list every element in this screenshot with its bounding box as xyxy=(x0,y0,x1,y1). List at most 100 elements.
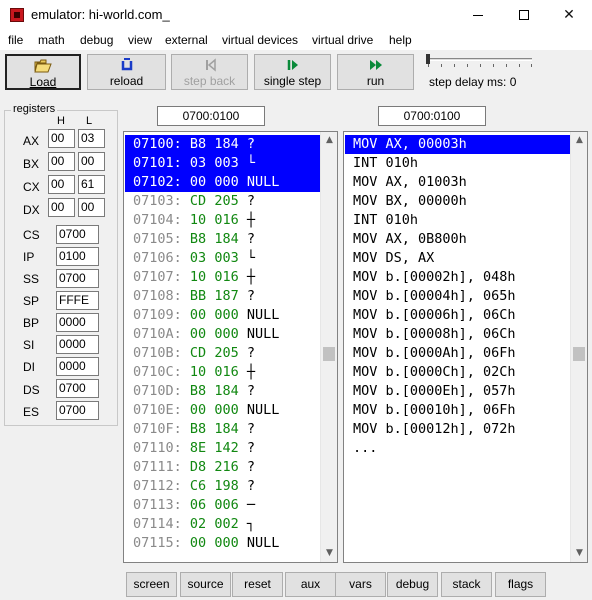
register-ah-field[interactable]: 00 xyxy=(48,129,75,148)
minimize-button[interactable] xyxy=(455,0,501,31)
disassembly-address-input[interactable]: 0700:0100 xyxy=(378,106,486,126)
memory-row[interactable]: 07115: 00 000 NULL xyxy=(125,534,321,553)
disassembly-row[interactable]: MOV AX, 0B800h xyxy=(345,230,571,249)
source-button[interactable]: source xyxy=(180,572,231,597)
scroll-down-icon[interactable]: ▼ xyxy=(571,545,587,562)
register-bp-field[interactable]: 0000 xyxy=(56,313,99,332)
memory-address-cell: 07109: xyxy=(133,307,182,323)
memory-row[interactable]: 07114: 02 002 ┐ xyxy=(125,515,321,534)
stack-button[interactable]: stack xyxy=(441,572,492,597)
memory-row[interactable]: 07113: 06 006 ─ xyxy=(125,496,321,515)
step-delay-slider-track[interactable] xyxy=(428,58,532,61)
memory-scrollbar[interactable]: ▲ ▼ xyxy=(320,132,337,562)
register-bh-field[interactable]: 00 xyxy=(48,152,75,171)
disassembly-row[interactable]: MOV b.[0000Eh], 057h xyxy=(345,382,571,401)
memory-row[interactable]: 0710B: CD 205 ? xyxy=(125,344,321,363)
screen-button[interactable]: screen xyxy=(126,572,177,597)
scroll-up-icon[interactable]: ▲ xyxy=(571,132,587,149)
register-bl-field[interactable]: 00 xyxy=(78,152,105,171)
memory-row[interactable]: 0710E: 00 000 NULL xyxy=(125,401,321,420)
memory-row[interactable]: 0710A: 00 000 NULL xyxy=(125,325,321,344)
disassembly-row[interactable]: MOV b.[00008h], 06Ch xyxy=(345,325,571,344)
memory-row[interactable]: 07110: 8E 142 ? xyxy=(125,439,321,458)
memory-address-cell: 07112: xyxy=(133,478,182,494)
disassembly-row[interactable]: MOV DS, AX xyxy=(345,249,571,268)
disassembly-row[interactable]: INT 010h xyxy=(345,211,571,230)
disassembly-row[interactable]: MOV AX, 01003h xyxy=(345,173,571,192)
register-dh-field[interactable]: 00 xyxy=(48,198,75,217)
step-back-button[interactable]: step back xyxy=(171,54,248,90)
memory-row[interactable]: 07109: 00 000 NULL xyxy=(125,306,321,325)
memory-row[interactable]: 07107: 10 016 ┼ xyxy=(125,268,321,287)
disassembly-list[interactable]: ... MOV b.[00012h], 072h MOV b.[00010h], 0… xyxy=(343,131,588,563)
run-button[interactable]: run xyxy=(337,54,414,90)
memory-row[interactable]: 0710C: 10 016 ┼ xyxy=(125,363,321,382)
aux-button[interactable]: aux xyxy=(285,572,336,597)
debug-button[interactable]: debug xyxy=(387,572,438,597)
register-di-field[interactable]: 0000 xyxy=(56,357,99,376)
disassembly-scroll-thumb[interactable] xyxy=(573,347,585,361)
disassembly-row[interactable]: ... xyxy=(345,439,571,458)
disassembly-row[interactable]: MOV b.[00006h], 06Ch xyxy=(345,306,571,325)
memory-row[interactable]: 07102: 00 000 NULL xyxy=(125,173,321,192)
disassembly-row[interactable]: INT 010h xyxy=(345,154,571,173)
register-ch-field[interactable]: 00 xyxy=(48,175,75,194)
memory-address-input[interactable]: 0700:0100 xyxy=(157,106,265,126)
memory-row[interactable]: 07112: C6 198 ? xyxy=(125,477,321,496)
register-al-field[interactable]: 03 xyxy=(78,129,105,148)
toolbar: Load reload step back single step run st… xyxy=(0,50,592,94)
disassembly-row[interactable]: MOV AX, 00003h xyxy=(345,135,571,154)
memory-row[interactable]: 07101: 03 003 └ xyxy=(125,154,321,173)
register-ip-field[interactable]: 0100 xyxy=(56,247,99,266)
step-delay-slider-thumb[interactable] xyxy=(426,54,430,64)
maximize-button[interactable] xyxy=(501,0,547,31)
memory-list[interactable]: 07115: 00 000 NULL 07114: 02 002 ┐ 07113: … xyxy=(123,131,338,563)
memory-hex-cell: CD xyxy=(189,193,207,209)
register-si-field[interactable]: 0000 xyxy=(56,335,99,354)
disassembly-row[interactable]: MOV b.[0000Ah], 06Fh xyxy=(345,344,571,363)
disassembly-row[interactable]: MOV b.[00002h], 048h xyxy=(345,268,571,287)
reload-button[interactable]: reload xyxy=(87,54,166,90)
register-dl-field[interactable]: 00 xyxy=(78,198,105,217)
menu-math[interactable]: math xyxy=(38,33,65,47)
menu-external[interactable]: external xyxy=(165,33,208,47)
memory-row[interactable]: 07111: D8 216 ? xyxy=(125,458,321,477)
menu-view[interactable]: view xyxy=(128,33,152,47)
register-cs-field[interactable]: 0700 xyxy=(56,225,99,244)
disassembly-row[interactable]: MOV b.[00010h], 06Fh xyxy=(345,401,571,420)
menu-virtual-devices[interactable]: virtual devices xyxy=(222,33,298,47)
memory-row[interactable]: 07105: B8 184 ? xyxy=(125,230,321,249)
disassembly-row[interactable]: MOV b.[00004h], 065h xyxy=(345,287,571,306)
disassembly-row[interactable]: MOV BX, 00000h xyxy=(345,192,571,211)
scroll-down-icon[interactable]: ▼ xyxy=(321,545,337,562)
memory-row[interactable]: 0710F: B8 184 ? xyxy=(125,420,321,439)
memory-row[interactable]: 07100: B8 184 ? xyxy=(125,135,321,154)
disassembly-row[interactable]: MOV b.[00012h], 072h xyxy=(345,420,571,439)
memory-scroll-thumb[interactable] xyxy=(323,347,335,361)
vars-button[interactable]: vars xyxy=(335,572,386,597)
step-back-label: step back xyxy=(183,74,236,88)
memory-row[interactable]: 0710D: B8 184 ? xyxy=(125,382,321,401)
memory-row[interactable]: 07103: CD 205 ? xyxy=(125,192,321,211)
register-ds-field[interactable]: 0700 xyxy=(56,379,99,398)
register-es-field[interactable]: 0700 xyxy=(56,401,99,420)
reset-button[interactable]: reset xyxy=(232,572,283,597)
register-ss-field[interactable]: 0700 xyxy=(56,269,99,288)
memory-hex-cell: 00 xyxy=(189,326,207,342)
menu-debug[interactable]: debug xyxy=(80,33,113,47)
menu-help[interactable]: help xyxy=(389,33,412,47)
scroll-up-icon[interactable]: ▲ xyxy=(321,132,337,149)
menu-file[interactable]: file xyxy=(8,33,23,47)
menu-virtual-drive[interactable]: virtual drive xyxy=(312,33,373,47)
single-step-button[interactable]: single step xyxy=(254,54,331,90)
close-button[interactable]: ✕ xyxy=(546,0,592,31)
memory-row[interactable]: 07106: 03 003 └ xyxy=(125,249,321,268)
memory-row[interactable]: 07104: 10 016 ┼ xyxy=(125,211,321,230)
memory-row[interactable]: 07108: BB 187 ? xyxy=(125,287,321,306)
register-sp-field[interactable]: FFFE xyxy=(56,291,99,310)
flags-button[interactable]: flags xyxy=(495,572,546,597)
disassembly-row[interactable]: MOV b.[0000Ch], 02Ch xyxy=(345,363,571,382)
register-cl-field[interactable]: 61 xyxy=(78,175,105,194)
load-button[interactable]: Load xyxy=(5,54,81,90)
disassembly-scrollbar[interactable]: ▲ ▼ xyxy=(570,132,587,562)
